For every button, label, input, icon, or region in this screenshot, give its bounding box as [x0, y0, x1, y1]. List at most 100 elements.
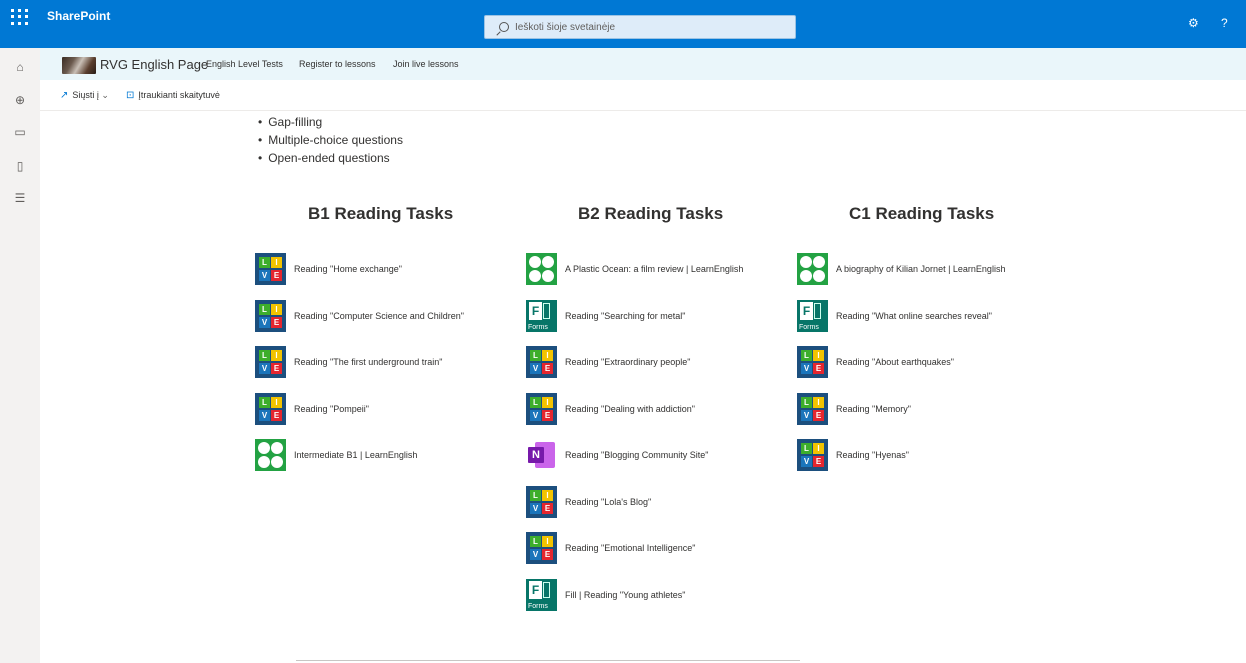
quick-link-item[interactable]: A biography of Kilian Jornet | LearnEngl…	[797, 253, 1006, 285]
live-icon: LIVE	[526, 346, 557, 378]
live-icon: LIVE	[526, 392, 557, 425]
gear-icon[interactable]: ⚙	[1188, 16, 1199, 30]
nav-register-to-lessons[interactable]: Register to lessons	[299, 59, 376, 69]
live-letter: E	[813, 409, 824, 421]
send-to-button[interactable]: ↗ Siųsti į ⌄	[60, 90, 109, 101]
live-letter: I	[542, 396, 553, 408]
live-letter: I	[542, 350, 553, 361]
live-letter: I	[271, 396, 282, 408]
learnenglish-icon	[526, 253, 557, 285]
live-letter: E	[542, 409, 553, 421]
live-letter: L	[801, 396, 812, 408]
quick-link-item[interactable]: L I V E Reading "Extraordinary people"	[526, 346, 691, 378]
quick-link-item[interactable]: L I V E Reading "Memory"	[797, 392, 911, 425]
live-letter: V	[259, 409, 270, 421]
brand-name[interactable]: SharePoint	[47, 9, 110, 23]
site-logo[interactable]	[62, 57, 96, 74]
live-letter: V	[259, 316, 270, 328]
quick-link-item[interactable]: F Forms Fill | Reading "Young athletes"	[526, 578, 685, 611]
quick-link-item[interactable]: L I V E Reading "Dealing with addiction"	[526, 392, 695, 425]
live-letter: I	[813, 443, 824, 454]
quick-link-label: Reading "Dealing with addiction"	[565, 403, 695, 414]
live-letter: I	[271, 350, 282, 361]
live-letter: E	[813, 363, 824, 374]
quick-link-label: Reading "About earthquakes"	[836, 357, 954, 367]
live-letter: L	[530, 536, 541, 547]
quick-link-item[interactable]: A Plastic Ocean: a film review | LearnEn…	[526, 253, 744, 285]
quick-link-label: Reading "Blogging Community Site"	[565, 450, 709, 460]
live-letter: L	[801, 443, 812, 454]
live-letter: V	[801, 409, 812, 421]
live-icon: LIVE	[526, 485, 557, 518]
live-letter: V	[530, 502, 541, 514]
home-icon[interactable]: ⌂	[13, 60, 27, 74]
live-letter: L	[530, 489, 541, 501]
quick-link-item[interactable]: L I V E Reading "Computer Science and Childr…	[255, 299, 464, 332]
immersive-reader-button[interactable]: ⊡ Įtraukianti skaitytuvė	[126, 90, 220, 101]
live-letter: E	[271, 363, 282, 374]
quick-link-label: Reading "Home exchange"	[294, 264, 402, 274]
live-letter: I	[271, 257, 282, 268]
live-icon: LIVE	[526, 532, 557, 564]
quick-link-item[interactable]: N Reading "Blogging Community Site"	[526, 441, 708, 469]
onenote-letter: N	[528, 447, 544, 463]
quick-link-label: Reading "Extraordinary people"	[565, 357, 691, 367]
quick-link-item[interactable]: L I V E Reading "Hyenas"	[797, 439, 909, 471]
search-input[interactable]	[513, 20, 777, 34]
live-letter: V	[259, 270, 270, 281]
quick-link-item[interactable]: F Forms Reading "What online searches reve…	[797, 299, 992, 332]
live-letter: L	[259, 257, 270, 268]
question-types-list: Gap-filling Multiple-choice questions Op…	[258, 113, 403, 167]
live-letter: E	[542, 549, 553, 560]
list-item: Multiple-choice questions	[258, 131, 403, 149]
help-icon[interactable]: ?	[1221, 16, 1228, 30]
live-letter: E	[271, 270, 282, 281]
forms-icon: F Forms	[526, 299, 557, 332]
file-icon[interactable]: ▯	[13, 159, 27, 173]
quick-link-label: Reading "What online searches reveal"	[836, 310, 992, 321]
quick-link-label: Reading "Memory"	[836, 403, 911, 414]
live-letter: E	[271, 409, 282, 421]
quick-link-label: Reading "The first underground train"	[294, 357, 443, 367]
immersive-reader-icon: ⊡	[126, 90, 135, 101]
search-box[interactable]	[484, 15, 796, 39]
quick-link-label: A Plastic Ocean: a film review | LearnEn…	[565, 264, 744, 274]
quick-link-item[interactable]: L I V E Reading "The first underground train…	[255, 346, 443, 378]
quick-link-item[interactable]: L I V E Reading "Pompeii"	[255, 392, 369, 425]
live-letter: L	[801, 350, 812, 361]
site-header: RVG English Page English Level Tests Reg…	[40, 48, 1246, 80]
live-letter: V	[259, 363, 270, 374]
lists-icon[interactable]: ☰	[13, 191, 27, 205]
live-letter: L	[259, 396, 270, 408]
quick-link-label: Reading "Searching for metal"	[565, 310, 686, 321]
forms-letter: F	[800, 301, 813, 320]
nav-join-live-lessons[interactable]: Join live lessons	[393, 59, 459, 69]
live-letter: V	[801, 363, 812, 374]
live-letter: I	[542, 489, 553, 501]
quick-link-item[interactable]: L I V E Reading "Emotional Intelligence"	[526, 532, 695, 564]
quick-link-item[interactable]: L I V E Reading "Lola's Blog"	[526, 485, 651, 518]
live-letter: V	[530, 363, 541, 374]
app-launcher-icon[interactable]	[8, 6, 30, 28]
command-bar: ↗ Siųsti į ⌄ ⊡ Įtraukianti skaitytuvė	[40, 80, 1246, 111]
quick-link-item[interactable]: F Forms Reading "Searching for metal"	[526, 299, 686, 332]
onenote-icon: N	[526, 439, 557, 471]
live-letter: L	[259, 303, 270, 315]
live-letter: I	[542, 536, 553, 547]
live-letter: L	[259, 350, 270, 361]
live-icon: LIVE	[797, 346, 828, 378]
live-letter: I	[813, 350, 824, 361]
live-icon: LIVE	[255, 346, 286, 378]
site-title[interactable]: RVG English Page	[100, 57, 208, 72]
forms-icon: F Forms	[797, 299, 828, 332]
quick-link-label: A biography of Kilian Jornet | LearnEngl…	[836, 264, 1006, 274]
news-icon[interactable]: ▭	[13, 125, 27, 139]
live-icon: LIVE	[797, 392, 828, 425]
divider	[296, 660, 800, 661]
quick-link-item[interactable]: L I V E Reading "Home exchange"	[255, 253, 402, 285]
nav-english-level-tests[interactable]: English Level Tests	[206, 59, 283, 69]
quick-link-item[interactable]: Intermediate B1 | LearnEnglish	[255, 439, 417, 471]
quick-link-item[interactable]: L I V E Reading "About earthquakes"	[797, 346, 954, 378]
globe-icon[interactable]: ⊕	[13, 93, 27, 107]
b1-column-title: B1 Reading Tasks	[308, 204, 454, 223]
